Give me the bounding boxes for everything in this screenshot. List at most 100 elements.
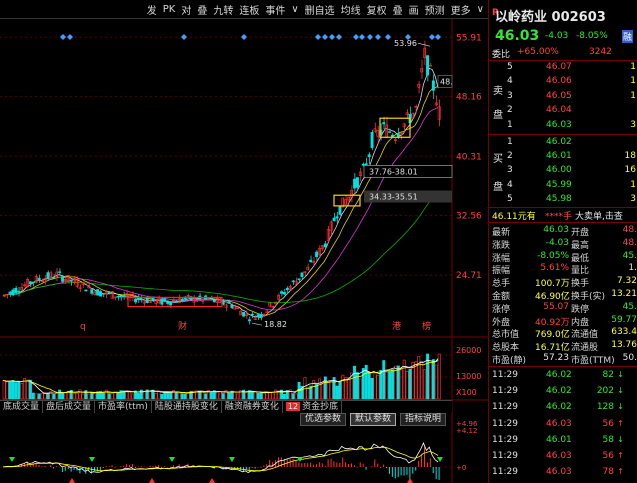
price-axis-label: 32.56	[456, 211, 482, 221]
indicator-param-button[interactable]: 默认参数	[350, 413, 397, 426]
volume-bar	[55, 393, 59, 400]
signal-diamond-icon[interactable]	[435, 34, 441, 40]
volume-axis-label: 26000	[456, 346, 481, 355]
stat-label: 涨幅	[492, 253, 511, 264]
toolbar-item[interactable]: PK	[161, 3, 178, 16]
signal-diamond-icon[interactable]	[359, 34, 365, 40]
bid-volume: 1	[630, 179, 636, 190]
volume-bar	[227, 392, 231, 400]
toolbar-item[interactable]: ∨	[289, 3, 300, 16]
toolbar-item[interactable]: 叠	[391, 1, 405, 18]
signal-diamond-icon[interactable]	[241, 34, 247, 40]
stat-value: 100.7万	[535, 279, 570, 290]
indicator-tab[interactable]: 盘后成交量	[43, 400, 96, 413]
volume-bar	[34, 393, 38, 400]
bid-row: 5 45.98 3	[489, 194, 637, 207]
indicator-tab-capital[interactable]: 12 资金抄底	[283, 400, 343, 413]
candle-body	[353, 178, 356, 189]
divider	[489, 366, 637, 367]
annotation-line	[251, 322, 263, 326]
indicator-tab[interactable]: 底成交量	[0, 400, 44, 413]
toolbar-item[interactable]: 更多	[449, 1, 473, 18]
stat-value: 5.61%	[540, 263, 569, 274]
signal-diamond-icon[interactable]	[322, 34, 328, 40]
stat-value: 46.03	[543, 225, 569, 235]
high-price-label: 53.96	[394, 39, 417, 48]
toolbar-item[interactable]: 九转	[211, 1, 235, 18]
toolbar-item[interactable]: 均线	[339, 1, 363, 18]
tick-row: 11:29 46.03 56 ↑	[489, 419, 637, 433]
volume-bar	[81, 393, 85, 400]
signal-diamond-icon[interactable]	[375, 34, 381, 40]
stat-label: 最新	[492, 228, 511, 238]
toolbar-item[interactable]: 画	[407, 1, 421, 18]
stat-value: 13.21	[611, 289, 637, 299]
indicator-param-button[interactable]: 指标说明	[400, 413, 447, 426]
volume-bar	[116, 392, 120, 400]
weibi-label: 委比	[492, 50, 511, 60]
stat-value: -4.03	[545, 237, 569, 248]
sell-signal-arrow-icon	[407, 478, 413, 483]
signal-diamond-icon[interactable]	[353, 34, 359, 40]
ask-volume: 3	[630, 119, 636, 130]
candle-body	[256, 314, 260, 317]
bid-volume: 18	[624, 151, 636, 162]
indicator-tab[interactable]: 陆股通持股变化	[152, 400, 222, 413]
kline-chart-area[interactable]: 发 PK 对叠九转 连板 事件 ∨ 删自选 均线 复权叠画预测 更多 ∨ 55.91 48.16 40.…	[0, 0, 488, 483]
volume-bar	[420, 361, 424, 400]
tick-price: 46.02	[546, 370, 572, 380]
stat-value: 45.	[622, 250, 637, 261]
signal-diamond-icon[interactable]	[67, 34, 73, 40]
toolbar-item[interactable]: 连板	[237, 1, 261, 18]
volume-bar	[353, 365, 356, 400]
volume-bar	[183, 393, 187, 400]
volume-bar	[20, 383, 24, 400]
signal-diamond-icon[interactable]	[367, 34, 373, 40]
volume-bar	[358, 378, 362, 400]
candle-body	[52, 277, 56, 279]
stat-value: -8.05%	[537, 250, 569, 261]
bid-row: 2 46.01 18	[489, 151, 637, 164]
volume-bar	[429, 360, 432, 400]
arrow-down-icon: ↓	[617, 434, 624, 444]
signal-diamond-icon[interactable]	[336, 34, 342, 40]
price-axis-label: 48.16	[456, 92, 482, 102]
volume-bar	[382, 360, 386, 400]
stock-name[interactable]: 以岭药业 002603	[495, 6, 606, 25]
indicator-tab[interactable]: 融资融券变化	[222, 400, 283, 413]
arrow-up-icon: ↑	[617, 418, 624, 428]
toolbar-item[interactable]: 发	[145, 1, 159, 18]
signal-diamond-icon[interactable]	[60, 34, 66, 40]
indicator-tab[interactable]: 市盈率(ttm)	[95, 400, 152, 413]
toolbar-item[interactable]: 叠	[195, 1, 209, 18]
bid-row: 3 46.00 16	[489, 165, 637, 178]
bid-level: 3	[507, 165, 513, 176]
signal-diamond-icon[interactable]	[385, 34, 391, 40]
candle-body	[291, 280, 295, 283]
stat-value: 46.90亿	[535, 292, 570, 302]
toolbar-item[interactable]: 预测	[423, 1, 447, 18]
toolbar-item[interactable]: 复权	[365, 1, 389, 18]
signal-diamond-icon[interactable]	[329, 34, 335, 40]
big-order-banner[interactable]: 46.11元有 ****手 大卖单,击查	[489, 209, 637, 222]
volume-bar	[177, 392, 181, 400]
bid-level: 1	[507, 137, 513, 147]
toolbar-item[interactable]: 删自选	[303, 1, 337, 18]
indicator-param-button[interactable]: 优选参数	[300, 413, 347, 426]
stats-row: 总手 100.7万 换手 7.32	[489, 276, 637, 290]
signal-diamond-icon[interactable]	[181, 34, 187, 40]
toolbar-item[interactable]: 事件	[263, 1, 287, 18]
stat-label: 涨跌	[492, 240, 511, 251]
sell-signal-arrow-icon	[209, 478, 215, 483]
signal-diamond-icon[interactable]	[429, 34, 435, 40]
candle-body	[280, 291, 283, 294]
volume-bar	[14, 382, 18, 400]
volume-bar	[315, 384, 319, 400]
volume-bar	[379, 369, 383, 400]
toolbar-item[interactable]: 对	[179, 1, 193, 18]
bid-price: 46.01	[546, 151, 572, 162]
signal-diamond-icon[interactable]	[315, 34, 321, 40]
ask-row: 4 46.06 1	[489, 76, 637, 89]
toolbar-item[interactable]: ∨	[475, 3, 486, 16]
tick-time: 11:29	[492, 467, 518, 478]
